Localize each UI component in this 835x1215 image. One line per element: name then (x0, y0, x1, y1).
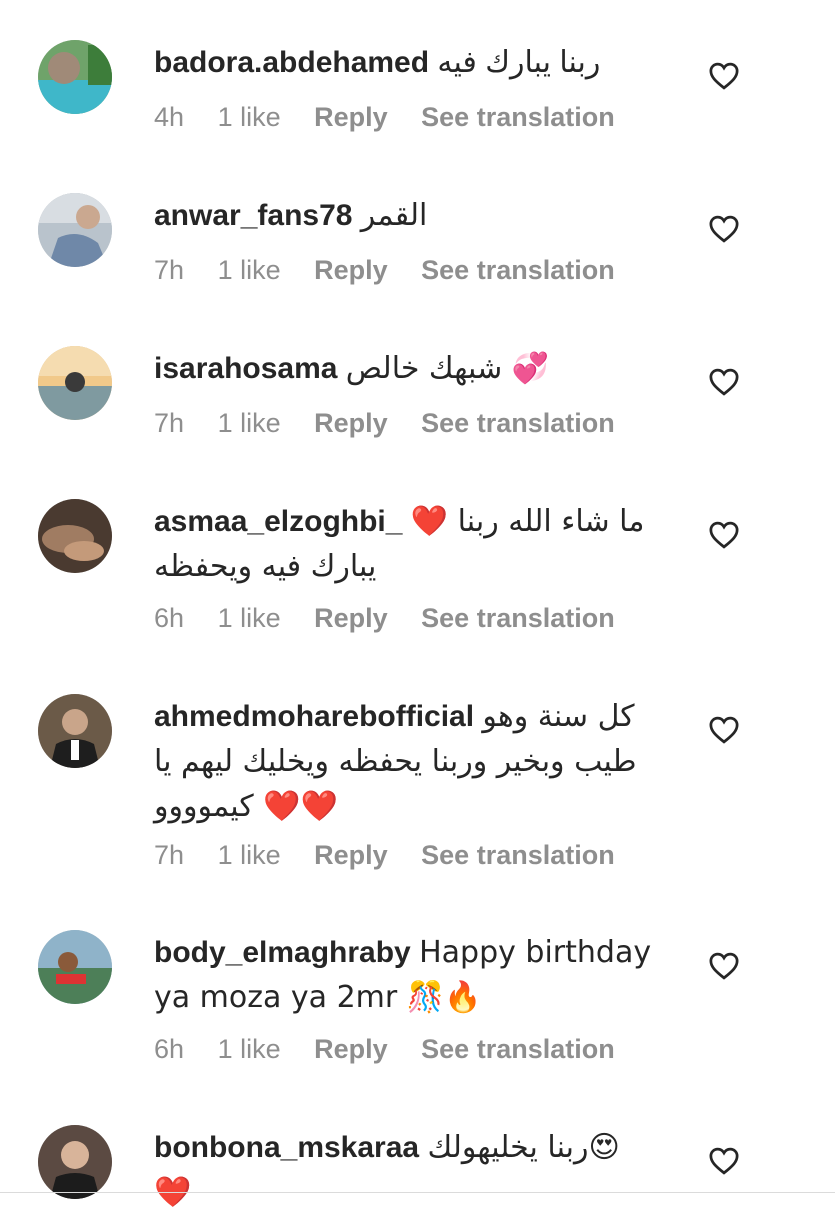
see-translation-button[interactable]: See translation (421, 102, 615, 132)
reply-button[interactable]: Reply (314, 840, 388, 870)
see-translation-button[interactable]: See translation (421, 603, 615, 633)
reply-button[interactable]: Reply (314, 408, 388, 438)
heart-icon[interactable] (709, 521, 739, 549)
heart-icon[interactable] (709, 1147, 739, 1175)
comment-body: body_elmaghraby Happy birthday ya moza y… (154, 930, 654, 1020)
comment-username[interactable]: asmaa_elzoghbi_ (154, 505, 402, 538)
reply-button[interactable]: Reply (314, 603, 388, 633)
comment-body: bonbona_mskaraa ربنا يخليهولك😍❤️ (154, 1125, 654, 1215)
reply-button[interactable]: Reply (314, 1034, 388, 1064)
comment-likes[interactable]: 1 like (218, 840, 281, 870)
comment-username[interactable]: badora.abdehamed (154, 46, 429, 79)
comment-meta: 4h 1 like Reply See translation (154, 102, 641, 133)
comment-body: badora.abdehamed ربنا يبارك فيه (154, 40, 654, 85)
see-translation-button[interactable]: See translation (421, 1034, 615, 1064)
comment-time: 7h (154, 255, 185, 285)
reply-button[interactable]: Reply (314, 255, 388, 285)
comment-meta: 7h 1 like Reply See translation (154, 840, 641, 871)
heart-icon[interactable] (709, 368, 739, 396)
heart-icon[interactable] (709, 952, 739, 980)
comment-meta: 7h 1 like Reply See translation (154, 408, 641, 439)
comment-body: isarahosama شبهك خالص 💞 (154, 346, 654, 391)
avatar[interactable] (38, 930, 112, 1004)
heart-icon[interactable] (709, 62, 739, 90)
comment-time: 7h (154, 408, 185, 438)
comment-text: القمر (360, 199, 428, 232)
reply-button[interactable]: Reply (314, 102, 388, 132)
comment-time: 7h (154, 840, 185, 870)
heart-icon[interactable] (709, 716, 739, 744)
comment-meta: 6h 1 like Reply See translation (154, 603, 641, 634)
see-translation-button[interactable]: See translation (421, 255, 615, 285)
comment-time: 6h (154, 603, 185, 633)
avatar[interactable] (38, 346, 112, 420)
comment-meta: 7h 1 like Reply See translation (154, 255, 641, 286)
comment-username[interactable]: isarahosama (154, 352, 337, 385)
comment-username[interactable]: body_elmaghraby (154, 936, 411, 969)
avatar[interactable] (38, 193, 112, 267)
comment-username[interactable]: ahmedmoharebofficial (154, 700, 474, 733)
comment-time: 4h (154, 102, 185, 132)
comment-body: asmaa_elzoghbi_ ما شاء الله ربنا ❤️ يبار… (154, 499, 654, 589)
see-translation-button[interactable]: See translation (421, 840, 615, 870)
comment-text: ربنا يبارك فيه (437, 46, 601, 79)
comment-likes[interactable]: 1 like (218, 102, 281, 132)
comment-likes[interactable]: 1 like (218, 255, 281, 285)
comment-time: 6h (154, 1034, 185, 1064)
divider (0, 1192, 835, 1193)
see-translation-button[interactable]: See translation (421, 408, 615, 438)
avatar[interactable] (38, 694, 112, 768)
avatar[interactable] (38, 1125, 112, 1199)
comment-likes[interactable]: 1 like (218, 603, 281, 633)
avatar[interactable] (38, 40, 112, 114)
comment-likes[interactable]: 1 like (218, 1034, 281, 1064)
comment-username[interactable]: anwar_fans78 (154, 199, 352, 232)
comment-likes[interactable]: 1 like (218, 408, 281, 438)
comment-body: anwar_fans78 القمر (154, 193, 654, 238)
comment-text: شبهك خالص 💞 (345, 351, 550, 386)
comment-username[interactable]: bonbona_mskaraa (154, 1131, 419, 1164)
comment-body: ahmedmoharebofficial كل سنة وهو طيب وبخي… (154, 694, 654, 829)
avatar[interactable] (38, 499, 112, 573)
heart-icon[interactable] (709, 215, 739, 243)
comment-meta: 6h 1 like Reply See translation (154, 1034, 641, 1065)
